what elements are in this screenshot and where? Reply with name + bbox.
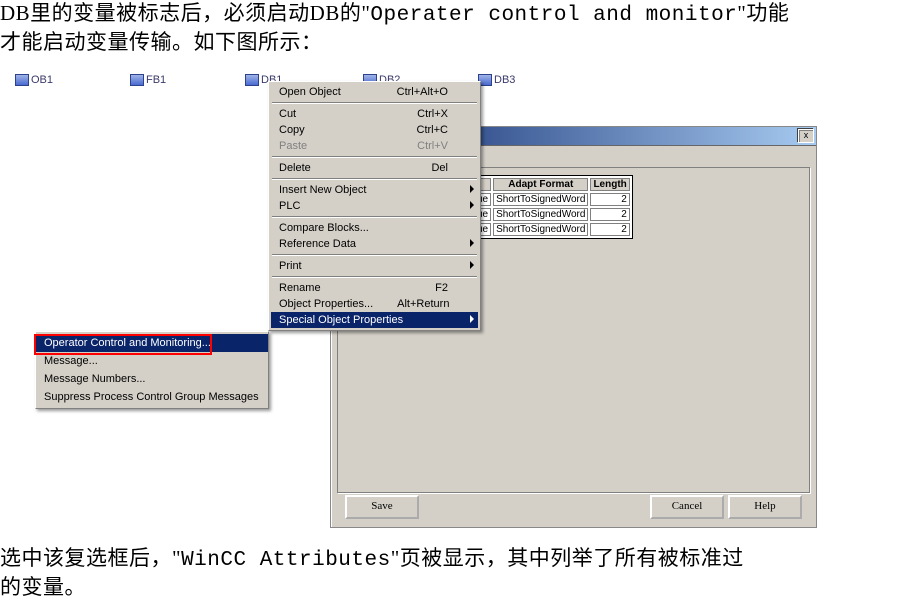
table-row[interactable]: ue ShortToSignedWord 2 [474, 208, 630, 221]
p1-prefix: DB里的变量被标志后，必须启动DB的" [0, 1, 370, 25]
table-row[interactable]: ue ShortToSignedWord 2 [474, 193, 630, 206]
chevron-right-icon [470, 315, 474, 323]
paragraph-2: 选中该复选框后，"WinCC Attributes"页被显示，其中列举了所有被标… [0, 545, 911, 601]
help-button[interactable]: Help [728, 495, 802, 519]
p2-suffix: "页被显示，其中列举了所有被标准过 [391, 546, 744, 570]
close-button[interactable]: x [798, 129, 814, 143]
block-fb1-label: FB1 [146, 74, 166, 86]
p2-mono: WinCC Attributes [181, 549, 391, 572]
cancel-button[interactable]: Cancel [650, 495, 724, 519]
p1-mono: Operater control and monitor [370, 4, 737, 27]
block-db3[interactable]: DB3 [478, 74, 515, 86]
col-length: Length [590, 178, 629, 191]
menu-insert-new[interactable]: Insert New Object [271, 182, 478, 198]
submenu-message-numbers[interactable]: Message Numbers... [36, 370, 268, 388]
save-button[interactable]: Save [345, 495, 419, 519]
chevron-right-icon [470, 185, 474, 193]
menu-special-object-properties[interactable]: Special Object Properties [271, 312, 478, 328]
chevron-right-icon [470, 261, 474, 269]
menu-print[interactable]: Print [271, 258, 478, 274]
p1-suffix: "功能 [737, 1, 789, 25]
submenu-operator-control[interactable]: Operator Control and Monitoring... [36, 334, 268, 352]
p1-line2: 才能启动变量传输。如下图所示： [0, 30, 323, 54]
block-db3-label: DB3 [494, 74, 515, 86]
menu-rename[interactable]: RenameF2 [271, 280, 478, 296]
chevron-right-icon [470, 239, 474, 247]
figure: OB1 FB1 DB1 DB2 DB3 x Adapt Format Lengt… [0, 66, 911, 541]
menu-open-object[interactable]: Open ObjectCtrl+Alt+O [271, 84, 478, 100]
context-menu: Open ObjectCtrl+Alt+O CutCtrl+X CopyCtrl… [268, 81, 481, 331]
menu-compare[interactable]: Compare Blocks... [271, 220, 478, 236]
block-fb1[interactable]: FB1 [130, 74, 166, 86]
block-ob1-label: OB1 [31, 74, 53, 86]
menu-delete[interactable]: DeleteDel [271, 160, 478, 176]
table-row[interactable]: ue ShortToSignedWord 2 [474, 223, 630, 236]
menu-object-properties[interactable]: Object Properties...Alt+Return [271, 296, 478, 312]
block-ob1[interactable]: OB1 [15, 74, 53, 86]
special-submenu: Operator Control and Monitoring... Messa… [35, 331, 269, 409]
p2-prefix: 选中该复选框后，" [0, 546, 181, 570]
menu-reference-data[interactable]: Reference Data [271, 236, 478, 252]
menu-paste: PasteCtrl+V [271, 138, 478, 154]
paragraph-1: DB里的变量被标志后，必须启动DB的"Operater control and … [0, 0, 911, 56]
attributes-grid: Adapt Format Length ue ShortToSignedWord… [471, 175, 633, 239]
p2-line2: 的变量。 [0, 575, 86, 599]
chevron-right-icon [470, 201, 474, 209]
menu-copy[interactable]: CopyCtrl+C [271, 122, 478, 138]
submenu-message[interactable]: Message... [36, 352, 268, 370]
menu-plc[interactable]: PLC [271, 198, 478, 214]
col-adapt-format: Adapt Format [493, 178, 588, 191]
menu-cut[interactable]: CutCtrl+X [271, 106, 478, 122]
submenu-suppress[interactable]: Suppress Process Control Group Messages [36, 388, 268, 406]
